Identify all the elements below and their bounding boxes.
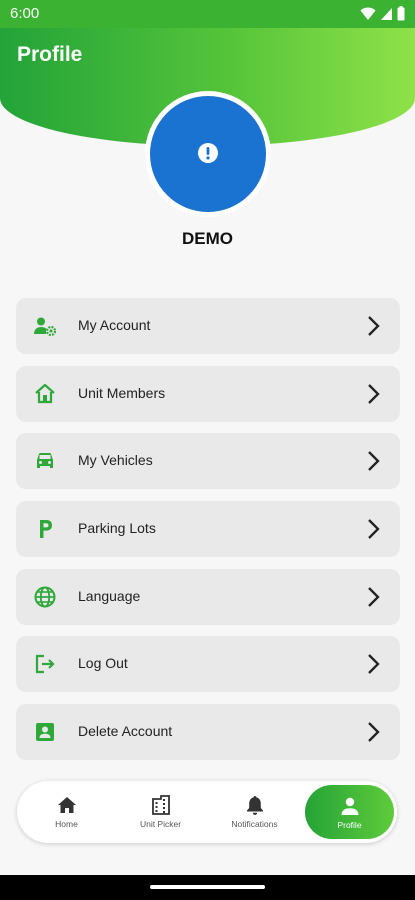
- chevron-right-icon: [368, 316, 380, 336]
- menu-item-label: Unit Members: [78, 384, 166, 401]
- menu-item-language[interactable]: Language: [16, 568, 400, 625]
- account-settings-icon: [33, 314, 57, 338]
- nav-label: Home: [55, 819, 78, 829]
- menu-item-log-out[interactable]: Log Out: [16, 636, 400, 693]
- home-gesture-handle[interactable]: [150, 885, 265, 889]
- menu-item-label: Delete Account: [78, 723, 173, 740]
- system-nav-bar: [0, 875, 415, 900]
- profile-menu: My Account Unit Members My Vehicles Park…: [16, 298, 400, 772]
- menu-item-label: Language: [78, 587, 141, 604]
- menu-item-delete-account[interactable]: Delete Account: [16, 704, 400, 761]
- wifi-icon: [360, 7, 376, 20]
- nav-label: Notifications: [231, 819, 278, 829]
- page-title: Profile: [17, 43, 83, 66]
- building-icon: [150, 794, 172, 816]
- chevron-right-icon: [368, 383, 380, 404]
- nav-notifications[interactable]: Notifications: [207, 781, 302, 843]
- status-bar: 6:00: [0, 0, 415, 28]
- menu-item-label: My Vehicles: [78, 452, 153, 469]
- home-icon: [56, 794, 78, 816]
- bell-icon: [244, 794, 266, 816]
- menu-item-my-account[interactable]: My Account: [16, 298, 400, 354]
- menu-item-my-vehicles[interactable]: My Vehicles: [16, 433, 400, 490]
- car-icon: [33, 449, 57, 473]
- parking-icon: [33, 517, 57, 541]
- logout-icon: [33, 652, 57, 676]
- chevron-right-icon: [368, 586, 380, 607]
- menu-item-label: Parking Lots: [78, 520, 156, 537]
- chevron-right-icon: [368, 519, 380, 539]
- nav-profile[interactable]: Profile: [305, 785, 394, 839]
- menu-item-unit-members[interactable]: Unit Members: [16, 365, 400, 422]
- status-icons: [360, 6, 405, 21]
- nav-home[interactable]: Home: [19, 781, 114, 843]
- nav-unit-picker[interactable]: Unit Picker: [113, 781, 208, 843]
- person-box-icon: [33, 720, 57, 744]
- signal-icon: [381, 7, 392, 20]
- menu-item-label: My Account: [78, 317, 151, 333]
- chevron-right-icon: [368, 654, 380, 675]
- chevron-right-icon: [368, 722, 380, 742]
- user-name: DEMO: [182, 229, 233, 248]
- status-time: 6:00: [10, 5, 40, 22]
- nav-label: Profile: [337, 820, 362, 830]
- person-icon: [339, 795, 361, 817]
- menu-item-label: Log Out: [78, 655, 128, 672]
- nav-label: Unit Picker: [139, 819, 182, 829]
- home-icon: [33, 382, 57, 406]
- bottom-nav: Home Unit Picker Notifications Profile: [17, 781, 397, 843]
- globe-icon: [33, 585, 57, 609]
- chevron-right-icon: [368, 451, 380, 472]
- menu-item-parking-lots[interactable]: Parking Lots: [16, 501, 400, 558]
- battery-icon: [397, 6, 405, 21]
- alert-icon: [198, 143, 218, 163]
